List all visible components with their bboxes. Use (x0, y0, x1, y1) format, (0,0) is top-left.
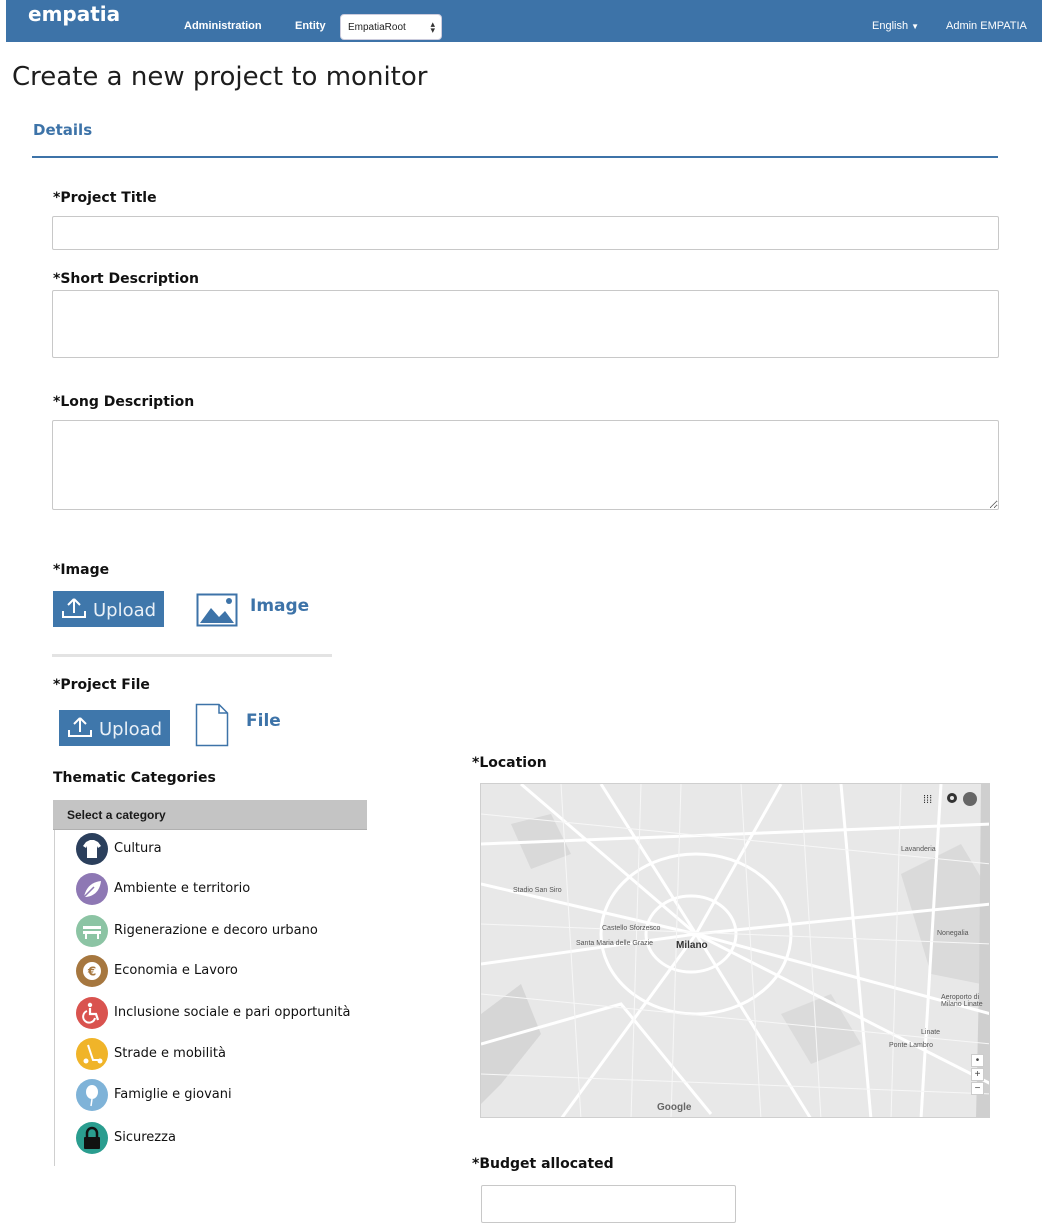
google-logo: Google (657, 1102, 692, 1113)
file-upload-button[interactable]: Upload (59, 710, 170, 746)
entity-select[interactable]: EmpatiaRoot ▴ ▾ (340, 14, 442, 40)
map-label: Castello Sforzesco (602, 925, 661, 932)
map-roads (481, 784, 989, 1117)
upload-icon (68, 717, 92, 737)
project-title-label: *Project Title (53, 190, 157, 206)
file-link[interactable]: File (246, 711, 281, 731)
thematic-categories-label: Thematic Categories (53, 770, 216, 786)
short-description-label: *Short Description (53, 271, 200, 287)
divider (52, 654, 332, 657)
map-label: Lavanderia (901, 846, 936, 853)
map-label: Ponte Lambro (889, 1042, 933, 1049)
euro-icon: € (76, 955, 108, 987)
short-description-textarea[interactable] (52, 290, 999, 358)
location-map[interactable]: Castello Sforzesco Santa Maria delle Gra… (480, 783, 990, 1118)
map-label: Santa Maria delle Grazie (576, 940, 654, 947)
language-dropdown[interactable]: English ▼ (872, 20, 919, 32)
leaf-icon (76, 873, 108, 905)
project-file-label: *Project File (53, 677, 150, 693)
category-label: Famiglie e giovani (114, 1087, 232, 1102)
category-select[interactable]: Select a category (53, 800, 367, 830)
zoom-out-button[interactable]: − (971, 1082, 984, 1095)
map-button[interactable]: • (971, 1054, 984, 1067)
circle-icon[interactable] (947, 793, 957, 803)
nav-administration[interactable]: Administration (184, 20, 262, 32)
page-title: Create a new project to monitor (12, 62, 428, 92)
svg-text:€: € (87, 965, 96, 979)
image-placeholder-icon (196, 593, 238, 627)
tab-underline (32, 156, 998, 158)
category-label: Cultura (114, 841, 162, 856)
long-description-textarea[interactable] (52, 420, 999, 510)
nav-entity-label: Entity (295, 20, 326, 32)
category-label: Rigenerazione e decoro urbano (114, 923, 318, 938)
brand-logo[interactable]: empatia (28, 2, 120, 26)
category-label: Inclusione sociale e pari opportunità (114, 1005, 351, 1020)
budget-input[interactable] (481, 1185, 736, 1223)
bench-icon (76, 915, 108, 947)
category-label: Sicurezza (114, 1130, 176, 1145)
upload-icon (62, 598, 86, 618)
wheelchair-icon (76, 997, 108, 1029)
category-label: Economia e Lavoro (114, 963, 238, 978)
long-description-label: *Long Description (53, 394, 195, 410)
avatar-icon[interactable] (963, 792, 977, 806)
entity-select-value: EmpatiaRoot (348, 22, 406, 33)
map-label: Nonegalia (937, 930, 969, 937)
project-title-input[interactable] (52, 216, 999, 250)
zoom-in-button[interactable]: + (971, 1068, 984, 1081)
map-label: Linate (921, 1029, 941, 1036)
tshirt-icon (76, 833, 108, 865)
category-select-placeholder: Select a category (67, 808, 166, 822)
language-label: English (872, 20, 909, 32)
balloon-icon (76, 1079, 108, 1111)
file-icon (195, 703, 229, 747)
image-upload-button[interactable]: Upload (53, 591, 164, 627)
caret-down-icon: ▼ (911, 22, 920, 31)
map-city-label: Milano (676, 940, 708, 951)
category-label: Ambiente e territorio (114, 881, 251, 896)
tab-details[interactable]: Details (33, 121, 92, 139)
location-label: *Location (472, 755, 547, 771)
category-label: Strade e mobilità (114, 1046, 226, 1061)
select-arrows-icon: ▴ ▾ (430, 19, 435, 35)
user-menu[interactable]: Admin EMPATIA (946, 20, 1027, 32)
image-link[interactable]: Image (250, 596, 309, 616)
image-label: *Image (53, 562, 110, 578)
map-label: Aeroporto di Milano Linate (941, 994, 983, 1008)
file-upload-label: Upload (99, 719, 163, 740)
grid-icon[interactable]: ⁞⁞⁞ (923, 794, 932, 806)
scooter-icon (76, 1038, 108, 1070)
lock-icon (76, 1122, 108, 1154)
budget-label: *Budget allocated (472, 1156, 614, 1172)
category-list-border (54, 830, 55, 1166)
map-label: Stadio San Siro (513, 887, 562, 894)
image-upload-label: Upload (93, 600, 157, 621)
